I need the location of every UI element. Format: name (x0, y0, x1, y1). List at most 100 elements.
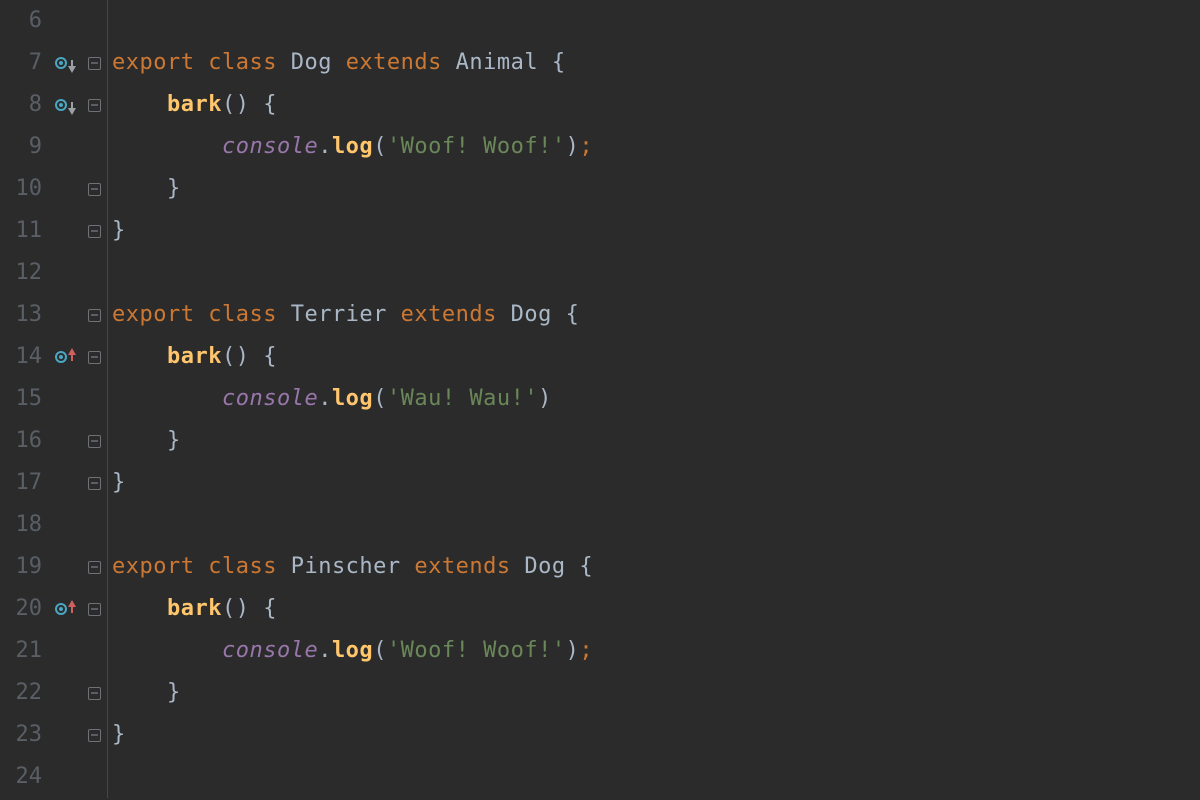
code-line[interactable]: 8 bark() { (0, 84, 1200, 126)
gutter-icon-slot (48, 462, 82, 504)
fold-toggle-icon[interactable] (88, 561, 101, 574)
line-number[interactable]: 10 (0, 168, 48, 210)
line-number[interactable]: 11 (0, 210, 48, 252)
fold-gutter[interactable] (82, 672, 108, 714)
token-brace: { (263, 336, 277, 378)
code-line[interactable]: 10 } (0, 168, 1200, 210)
line-number[interactable]: 13 (0, 294, 48, 336)
code-line[interactable]: 19 export class Pinscher extends Dog { (0, 546, 1200, 588)
fold-gutter[interactable] (82, 462, 108, 504)
fold-toggle-icon[interactable] (88, 729, 101, 742)
token-punct: . (318, 630, 332, 672)
code-line[interactable]: 21 console.log('Woof! Woof!'); (0, 630, 1200, 672)
line-number[interactable]: 16 (0, 420, 48, 462)
code-line[interactable]: 9 console.log('Woof! Woof!'); (0, 126, 1200, 168)
overrides-icon[interactable] (55, 603, 76, 615)
gutter-icon-slot (48, 252, 82, 294)
code-content[interactable]: export class Pinscher extends Dog { (108, 546, 593, 588)
gutter-icon-slot (48, 546, 82, 588)
line-number[interactable]: 8 (0, 84, 48, 126)
fold-toggle-icon[interactable] (88, 225, 101, 238)
fold-gutter[interactable] (82, 84, 108, 126)
code-content[interactable]: } (108, 168, 181, 210)
code-content[interactable]: } (108, 462, 126, 504)
code-line[interactable]: 17} (0, 462, 1200, 504)
line-number[interactable]: 14 (0, 336, 48, 378)
code-content[interactable]: } (108, 420, 181, 462)
fold-gutter[interactable] (82, 42, 108, 84)
code-line[interactable]: 23} (0, 714, 1200, 756)
fold-toggle-icon[interactable] (88, 687, 101, 700)
code-content[interactable]: export class Dog extends Animal { (108, 42, 566, 84)
code-line[interactable]: 16 } (0, 420, 1200, 462)
code-line[interactable]: 6 (0, 0, 1200, 42)
code-content[interactable]: } (108, 714, 126, 756)
code-line[interactable]: 7 export class Dog extends Animal { (0, 42, 1200, 84)
line-number[interactable]: 9 (0, 126, 48, 168)
fold-gutter[interactable] (82, 420, 108, 462)
code-content[interactable]: } (108, 210, 126, 252)
fold-toggle-icon[interactable] (88, 57, 101, 70)
code-content[interactable]: console.log('Woof! Woof!'); (108, 126, 593, 168)
fold-gutter (82, 126, 108, 168)
token-plain (112, 336, 167, 378)
code-line[interactable]: 18 (0, 504, 1200, 546)
fold-toggle-icon[interactable] (88, 435, 101, 448)
code-line[interactable]: 13 export class Terrier extends Dog { (0, 294, 1200, 336)
fold-gutter[interactable] (82, 210, 108, 252)
fold-toggle-icon[interactable] (88, 603, 101, 616)
is-overridden-icon[interactable] (55, 99, 76, 111)
code-line[interactable]: 14 bark() { (0, 336, 1200, 378)
line-number[interactable]: 21 (0, 630, 48, 672)
line-number[interactable]: 15 (0, 378, 48, 420)
code-line[interactable]: 15 console.log('Wau! Wau!') (0, 378, 1200, 420)
is-overridden-icon[interactable] (55, 57, 76, 69)
line-number[interactable]: 22 (0, 672, 48, 714)
overrides-icon[interactable] (55, 351, 76, 363)
code-content[interactable]: console.log('Wau! Wau!') (108, 378, 552, 420)
code-line[interactable]: 11} (0, 210, 1200, 252)
code-content[interactable]: export class Terrier extends Dog { (108, 294, 579, 336)
fold-toggle-icon[interactable] (88, 477, 101, 490)
code-line[interactable]: 12 (0, 252, 1200, 294)
token-punct: ) (566, 630, 580, 672)
fold-toggle-icon[interactable] (88, 99, 101, 112)
fold-gutter[interactable] (82, 336, 108, 378)
gutter-icon-slot (48, 336, 82, 378)
line-number[interactable]: 17 (0, 462, 48, 504)
token-punct: ) (538, 378, 552, 420)
code-content[interactable]: console.log('Woof! Woof!'); (108, 630, 593, 672)
code-editor[interactable]: 67export class Dog extends Animal {8 bar… (0, 0, 1200, 800)
fold-toggle-icon[interactable] (88, 351, 101, 364)
fold-toggle-icon[interactable] (88, 183, 101, 196)
line-number[interactable]: 24 (0, 756, 48, 798)
code-content[interactable]: bark() { (108, 588, 277, 630)
token-cls: Dog (524, 546, 579, 588)
gutter-icon-slot (48, 294, 82, 336)
line-number[interactable]: 20 (0, 588, 48, 630)
line-number[interactable]: 18 (0, 504, 48, 546)
line-number[interactable]: 19 (0, 546, 48, 588)
fold-toggle-icon[interactable] (88, 309, 101, 322)
code-content[interactable]: bark() { (108, 336, 277, 378)
fold-gutter[interactable] (82, 168, 108, 210)
fold-gutter[interactable] (82, 588, 108, 630)
code-line[interactable]: 22 } (0, 672, 1200, 714)
line-number[interactable]: 12 (0, 252, 48, 294)
fold-gutter[interactable] (82, 294, 108, 336)
token-fn: bark (167, 84, 222, 126)
line-number[interactable]: 6 (0, 0, 48, 42)
line-number[interactable]: 23 (0, 714, 48, 756)
code-line[interactable]: 24 (0, 756, 1200, 798)
gutter-icon-slot (48, 714, 82, 756)
line-number[interactable]: 7 (0, 42, 48, 84)
token-punct: ( (373, 630, 387, 672)
fold-gutter[interactable] (82, 714, 108, 756)
fold-gutter[interactable] (82, 546, 108, 588)
code-line[interactable]: 20 bark() { (0, 588, 1200, 630)
code-content[interactable]: bark() { (108, 84, 277, 126)
token-punct: . (318, 126, 332, 168)
token-fn: bark (167, 588, 222, 630)
fold-gutter (82, 378, 108, 420)
code-content[interactable]: } (108, 672, 181, 714)
